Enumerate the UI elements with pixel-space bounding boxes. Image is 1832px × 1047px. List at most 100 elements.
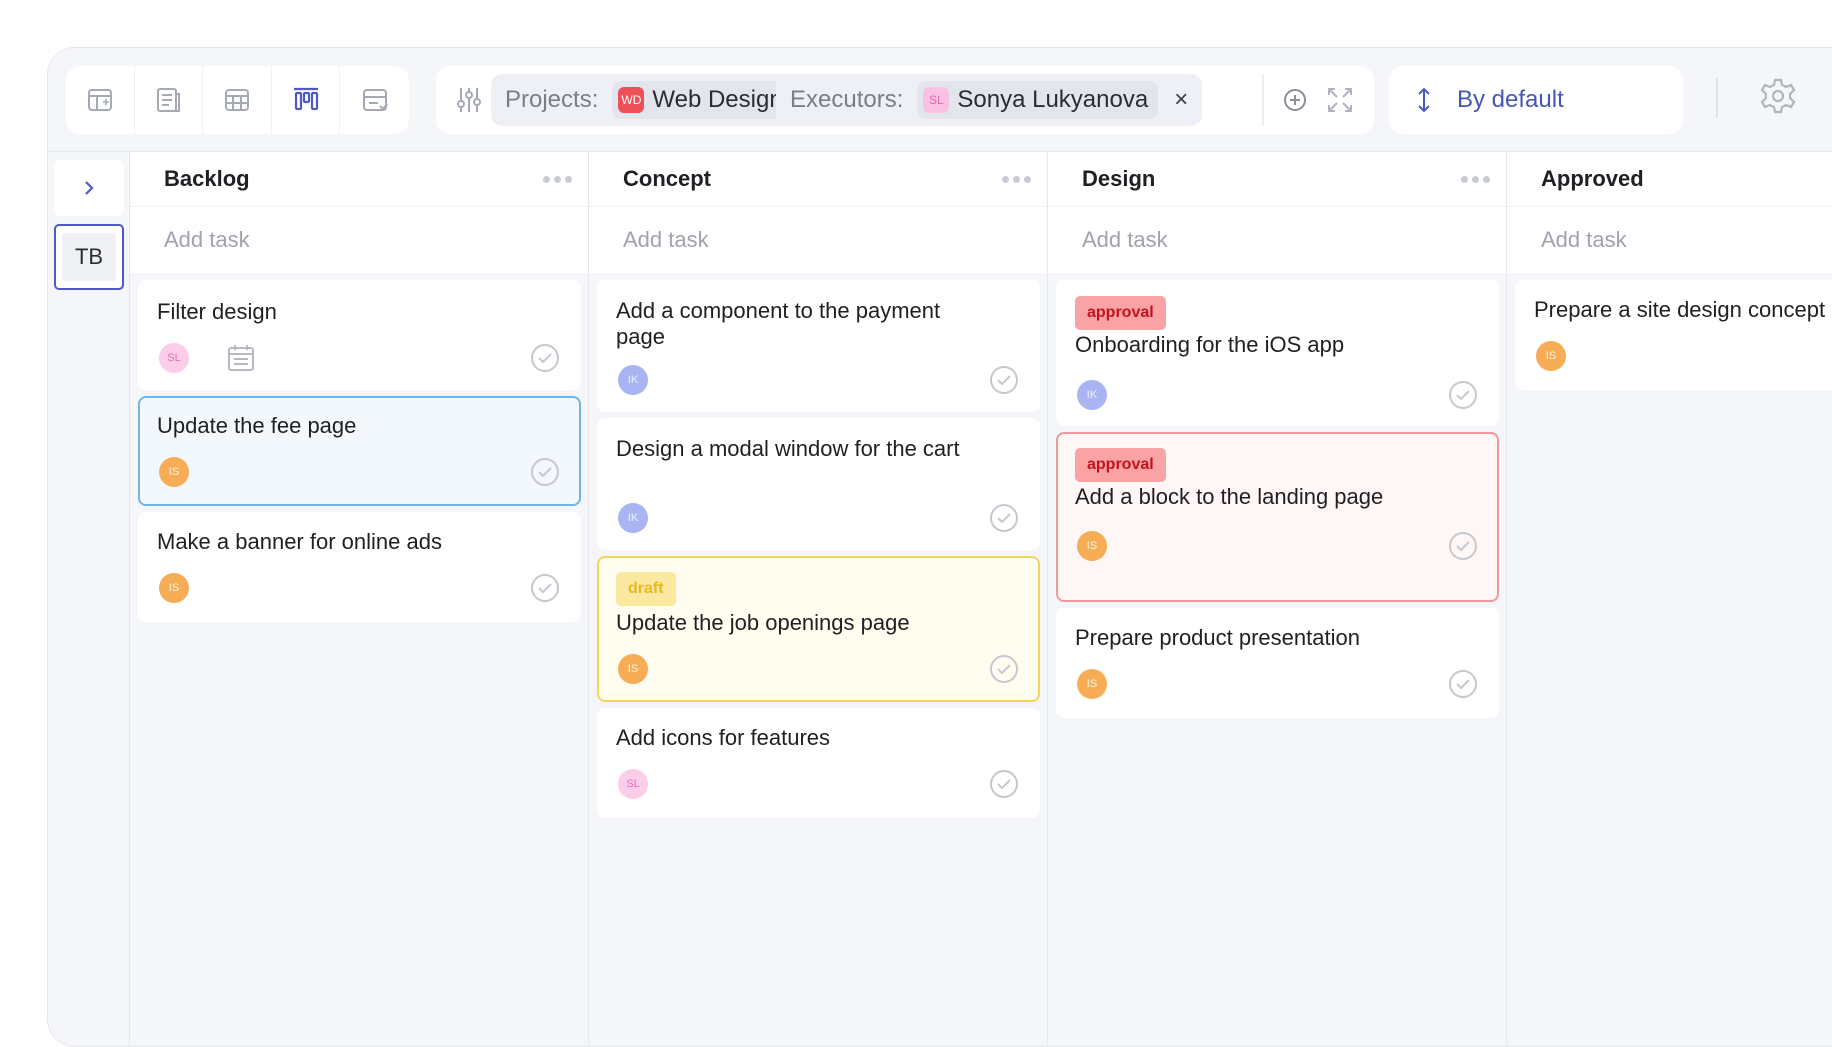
projects-filter-chip[interactable]: Projects: WD Web Design [491,74,807,126]
task-card[interactable]: Make a banner for online ads IS [138,512,581,622]
column-header: Design [1048,152,1506,207]
executor-name: Sonya Lukyanova [957,86,1149,113]
avatar: IS [159,573,189,603]
complete-check-icon[interactable] [1447,668,1479,700]
complete-check-icon[interactable] [1447,530,1479,562]
task-card[interactable]: Prepare product presentation IS [1056,608,1499,718]
workspace-button[interactable]: TB [54,224,124,290]
toolbar-divider [1716,78,1718,118]
grid-view-button[interactable] [203,66,272,134]
expand-sidebar-button[interactable] [54,160,124,216]
task-card[interactable]: Add icons for features SL [597,708,1040,818]
task-card[interactable]: Design a modal window for the cart IK [597,418,1040,550]
avatar: SL [618,769,648,799]
task-title: Update the fee page [157,413,357,438]
task-card-draft[interactable]: draft Update the job openings page IS [597,556,1040,702]
column-title: Backlog [164,166,250,191]
task-card[interactable]: approval Onboarding for the iOS app IK [1056,280,1499,426]
executors-filter-label: Executors: [790,86,904,113]
avatar: IK [618,503,648,533]
column-concept: Concept Add task Add a component to the … [589,152,1048,1046]
left-rail: TB [48,152,130,1046]
approval-tag: approval [1075,296,1166,330]
sort-icon [1418,87,1430,113]
filter-settings-icon[interactable] [454,85,484,115]
executors-filter-chip[interactable]: Executors: SL Sonya Lukyanova × [776,74,1203,126]
view-switcher [66,66,409,134]
project-value-pill[interactable]: WD Web Design [612,81,793,119]
executor-value-pill[interactable]: SL Sonya Lukyanova [917,81,1159,119]
column-menu-icon[interactable] [1002,176,1031,183]
chevron-right-icon [85,181,94,195]
draft-tag: draft [616,572,676,606]
remove-executor-filter-button[interactable]: × [1174,86,1188,114]
avatar: IK [1077,380,1107,410]
avatar: IS [159,457,189,487]
grid-view-icon [224,89,249,111]
table-view-button[interactable] [66,66,135,134]
complete-check-icon[interactable] [1447,379,1479,411]
table-view-icon [87,89,112,111]
column-menu-icon[interactable] [1461,176,1490,183]
list-view-button[interactable] [135,66,204,134]
task-card[interactable]: Update the fee page IS [138,396,581,506]
column-header: Concept [589,152,1047,207]
column-title: Concept [623,166,711,191]
avatar: IS [1077,669,1107,699]
board-view-icon [293,87,318,111]
avatar: IS [618,654,648,684]
complete-check-icon[interactable] [988,502,1020,534]
column-backlog: Backlog Add task Filter design SL Update… [130,152,589,1046]
approval-tag: approval [1075,448,1166,482]
project-badge: WD [618,87,645,113]
task-card[interactable]: Add a component to the payment page IK [597,280,1040,412]
timeline-view-icon [362,89,388,111]
project-name: Web Design [652,86,783,113]
complete-check-icon[interactable] [529,456,561,488]
add-task-input[interactable]: Add task [1507,207,1832,273]
column-header: Approved [1507,152,1832,207]
sort-label: By default [1457,86,1564,113]
column-approved: Approved Add task Prepare a site design … [1507,152,1832,1046]
gear-icon[interactable] [1758,76,1798,116]
complete-check-icon[interactable] [529,572,561,604]
list-view-icon [157,88,181,112]
task-title: Onboarding for the iOS app [1075,332,1345,357]
workspace-initials: TB [62,233,116,281]
avatar: IK [618,365,648,395]
column-header: Backlog [130,152,588,207]
filter-divider [1262,74,1264,126]
avatar: IS [1536,341,1566,371]
task-title: Filter design [157,299,277,324]
task-title: Make a banner for online ads [157,529,442,554]
task-title: Add a block to the landing page [1075,484,1384,509]
task-card-approval[interactable]: approval Add a block to the landing page… [1056,432,1499,602]
task-title: Prepare a site design concept [1534,297,1826,322]
sort-control[interactable]: By default [1389,66,1683,134]
complete-check-icon[interactable] [529,342,561,374]
add-task-input[interactable]: Add task [589,207,1047,273]
complete-check-icon[interactable] [988,768,1020,800]
task-title: Prepare product presentation [1075,625,1360,650]
task-title: Design a modal window for the cart [616,436,960,461]
column-title: Approved [1541,166,1644,191]
add-task-input[interactable]: Add task [1048,207,1506,273]
timeline-view-button[interactable] [340,66,409,134]
board-view-button[interactable] [272,66,341,134]
task-title: Add a component to the payment page [616,298,941,349]
task-card[interactable]: Prepare a site design concept IS [1515,280,1832,390]
calendar-icon[interactable] [225,342,257,374]
add-filter-icon[interactable] [1279,84,1311,116]
task-title: Update the job openings page [616,610,910,635]
complete-check-icon[interactable] [988,364,1020,396]
executor-badge: SL [923,87,950,113]
add-task-input[interactable]: Add task [130,207,588,273]
column-menu-icon[interactable] [543,176,572,183]
avatar: SL [159,343,189,373]
column-title: Design [1082,166,1156,191]
expand-icon[interactable] [1324,84,1356,116]
complete-check-icon[interactable] [988,653,1020,685]
task-card[interactable]: Filter design SL [138,280,581,390]
projects-filter-label: Projects: [505,86,599,113]
avatar: IS [1077,531,1107,561]
